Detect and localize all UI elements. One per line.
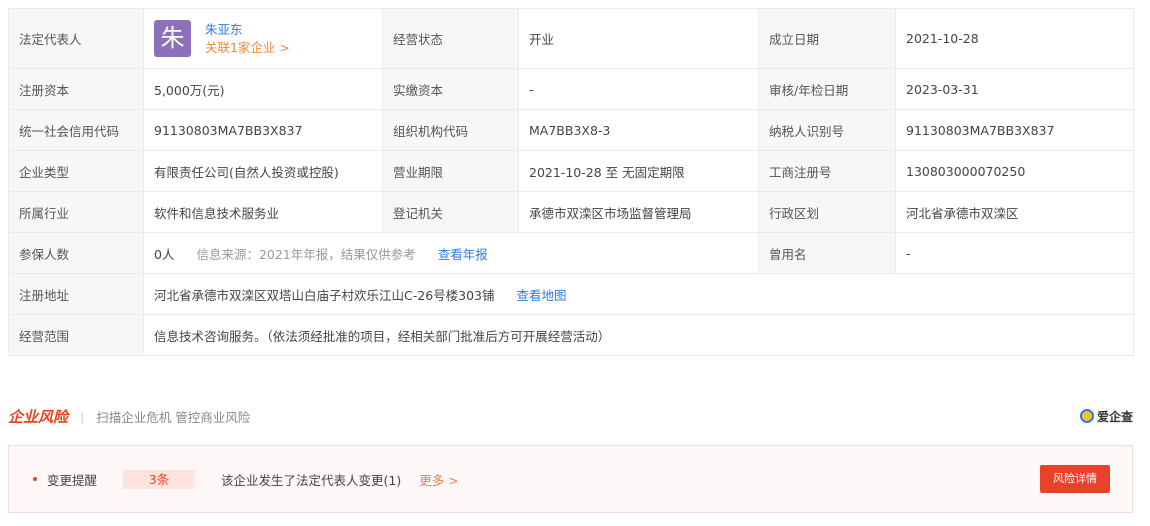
annual-report-link[interactable]: 查看年报: [438, 247, 488, 262]
type-value: 有限责任公司(自然人投资或控股): [143, 150, 383, 192]
address-cell: 河北省承德市双滦区双塔山白庙子村欢乐江山C-26号楼303铺 查看地图: [143, 273, 1134, 315]
divider: |: [80, 408, 85, 424]
term-label: 营业期限: [382, 150, 519, 192]
credit-code-value: 91130803MA7BB3X837: [143, 109, 383, 151]
table-row: 参保人数 0人 信息来源：2021年年报，结果仅供参考 查看年报 曾用名 -: [8, 232, 1134, 274]
brand-logo: 爱企查: [1079, 408, 1133, 425]
biz-reg-label: 工商注册号: [758, 150, 896, 192]
more-link[interactable]: 更多 >: [419, 470, 458, 489]
paid-capital-label: 实缴资本: [382, 68, 519, 110]
insured-cell: 0人 信息来源：2021年年报，结果仅供参考 查看年报: [143, 232, 759, 274]
approval-value: 2023-03-31: [895, 68, 1134, 110]
former-name-value: -: [895, 232, 1134, 274]
risk-item-label: 变更提醒: [47, 472, 98, 488]
brand-name: 爱企查: [1096, 409, 1133, 424]
scope-label: 经营范围: [8, 314, 144, 356]
taxpayer-label: 纳税人识别号: [758, 109, 896, 151]
bullet-icon: [33, 477, 37, 481]
risk-panel: 变更提醒 3条 该企业发生了法定代表人变更(1) 更多 > 风险详情: [8, 445, 1133, 513]
industry-label: 所属行业: [8, 191, 144, 233]
legal-rep-label: 法定代表人: [8, 8, 144, 69]
former-name-label: 曾用名: [758, 232, 896, 274]
taxpayer-value: 91130803MA7BB3X837: [895, 109, 1134, 151]
table-row: 法定代表人 朱 朱亚东 关联1家企业 > 经营状态 开业 成立日期 2021-1…: [8, 8, 1134, 69]
district-value: 河北省承德市双滦区: [895, 191, 1134, 233]
search-logo-icon: [1079, 409, 1094, 423]
company-info-table: 法定代表人 朱 朱亚东 关联1家企业 > 经营状态 开业 成立日期 2021-1…: [8, 8, 1134, 356]
status-value: 开业: [518, 8, 759, 69]
risk-title: 企业风险: [8, 407, 69, 426]
founded-label: 成立日期: [758, 8, 896, 69]
status-label: 经营状态: [382, 8, 519, 69]
reg-capital-label: 注册资本: [8, 68, 144, 110]
legal-rep-name-link[interactable]: 朱亚东: [205, 22, 243, 37]
term-value: 2021-10-28 至 无固定期限: [518, 150, 759, 192]
address-value: 河北省承德市双滦区双塔山白庙子村欢乐江山C-26号楼303铺: [154, 287, 495, 303]
table-row: 所属行业 软件和信息技术服务业 登记机关 承德市双滦区市场监督管理局 行政区划 …: [8, 191, 1134, 233]
risk-detail-button[interactable]: 风险详情: [1040, 465, 1110, 493]
insured-label: 参保人数: [8, 232, 144, 274]
reg-capital-value: 5,000万(元): [143, 68, 383, 110]
address-label: 注册地址: [8, 273, 144, 315]
map-link[interactable]: 查看地图: [517, 288, 567, 303]
paid-capital-value: -: [518, 68, 759, 110]
count-badge: 3条: [123, 469, 196, 489]
table-row: 注册资本 5,000万(元) 实缴资本 - 审核/年检日期 2023-03-31: [8, 68, 1134, 110]
type-label: 企业类型: [8, 150, 144, 192]
avatar: 朱: [154, 20, 191, 57]
district-label: 行政区划: [758, 191, 896, 233]
risk-header: 企业风险 | 扫描企业危机 管控商业风险 爱企查: [8, 404, 1133, 428]
insured-value: 0人: [154, 246, 175, 262]
founded-value: 2021-10-28: [895, 8, 1134, 69]
org-code-label: 组织机构代码: [382, 109, 519, 151]
credit-code-label: 统一社会信用代码: [8, 109, 144, 151]
table-row: 企业类型 有限责任公司(自然人投资或控股) 营业期限 2021-10-28 至 …: [8, 150, 1134, 192]
table-row: 注册地址 河北省承德市双滦区双塔山白庙子村欢乐江山C-26号楼303铺 查看地图: [8, 273, 1134, 315]
biz-reg-value: 130803000070250: [895, 150, 1134, 192]
risk-subtitle: 扫描企业危机 管控商业风险: [96, 409, 251, 425]
org-code-value: MA7BB3X8-3: [518, 109, 759, 151]
approval-label: 审核/年检日期: [758, 68, 896, 110]
authority-value: 承德市双滦区市场监督管理局: [518, 191, 759, 233]
table-row: 统一社会信用代码 91130803MA7BB3X837 组织机构代码 MA7BB…: [8, 109, 1134, 151]
insured-source: 信息来源：2021年年报，结果仅供参考: [196, 246, 416, 262]
related-companies-link[interactable]: 关联1家企业 >: [205, 40, 290, 55]
industry-value: 软件和信息技术服务业: [143, 191, 383, 233]
authority-label: 登记机关: [382, 191, 519, 233]
legal-rep-cell: 朱 朱亚东 关联1家企业 >: [143, 8, 383, 69]
scope-value: 信息技术咨询服务。（依法须经批准的项目，经相关部门批准后方可开展经营活动）: [143, 314, 1134, 356]
risk-description: 该企业发生了法定代表人变更(1): [221, 472, 402, 488]
table-row: 经营范围 信息技术咨询服务。（依法须经批准的项目，经相关部门批准后方可开展经营活…: [8, 314, 1134, 356]
